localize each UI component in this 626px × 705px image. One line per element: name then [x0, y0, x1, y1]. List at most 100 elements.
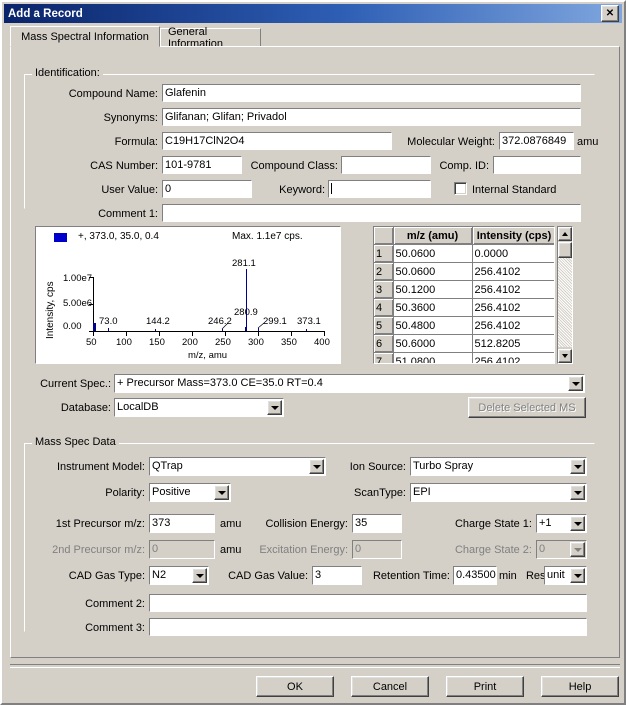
- cell-intensity[interactable]: 256.4102: [472, 298, 554, 317]
- cad-gas-value-input[interactable]: 3: [312, 566, 362, 585]
- molecular-weight-input[interactable]: 372.0876849: [499, 132, 574, 150]
- charge-state2-label: Charge State 2:: [454, 544, 532, 556]
- retention-time-input[interactable]: 0.435003: [453, 566, 497, 585]
- cell-mz[interactable]: 50.1200: [393, 280, 473, 299]
- chevron-down-icon[interactable]: [570, 568, 585, 583]
- precursor2-input[interactable]: 0: [149, 540, 215, 559]
- polarity-combo[interactable]: Positive: [149, 483, 231, 502]
- compound-name-label: Compound Name:: [68, 88, 158, 100]
- collision-energy-input[interactable]: 35: [352, 514, 402, 533]
- formula-input[interactable]: C19H17ClN2O4: [162, 132, 392, 150]
- scan-type-combo[interactable]: EPI: [410, 483, 587, 502]
- table-row[interactable]: 6 50.6000 512.8205: [374, 334, 554, 353]
- chevron-down-icon[interactable]: [570, 459, 585, 474]
- ion-source-combo[interactable]: Turbo Spray: [410, 457, 587, 476]
- tab-strip: Mass Spectral Information General Inform…: [10, 26, 620, 50]
- internal-standard-checkbox[interactable]: [454, 182, 467, 195]
- cad-gas-value-label: CAD Gas Value:: [228, 570, 308, 582]
- cell-intensity[interactable]: 256.4102: [472, 280, 554, 299]
- tab-mass-spectral-information[interactable]: Mass Spectral Information: [10, 26, 160, 47]
- comment1-input[interactable]: [162, 204, 581, 222]
- help-button[interactable]: Help: [541, 676, 619, 697]
- chevron-down-icon[interactable]: [309, 459, 324, 474]
- comment3-input[interactable]: [149, 618, 587, 636]
- mass-spec-data-group: Mass Spec Data Instrument Model: QTrap I…: [24, 437, 595, 636]
- instrument-model-value: QTrap: [152, 460, 183, 472]
- spectrum-table-scrollbar[interactable]: [557, 226, 573, 364]
- cell-intensity[interactable]: 256.4102: [472, 316, 554, 335]
- tab-panel-mass-spectral-information: Identification: Compound Name: Glafenin …: [10, 46, 620, 658]
- cell-intensity[interactable]: 256.4102: [472, 262, 554, 281]
- cell-intensity[interactable]: 512.8205: [472, 334, 554, 353]
- table-row[interactable]: 3 50.1200 256.4102: [374, 280, 554, 299]
- cas-number-input[interactable]: 101-9781: [162, 156, 242, 174]
- chevron-down-icon[interactable]: [192, 568, 207, 583]
- excitation-energy-input[interactable]: 0: [352, 540, 402, 559]
- database-value: LocalDB: [117, 401, 159, 413]
- scrollbar-thumb[interactable]: [558, 242, 572, 258]
- user-value-label: User Value:: [101, 184, 158, 196]
- current-spec-combo[interactable]: + Precursor Mass=373.0 CE=35.0 RT=0.4: [114, 374, 585, 393]
- cell-mz[interactable]: 50.0600: [393, 262, 473, 281]
- row-index: 3: [374, 280, 394, 299]
- cas-number-label: CAS Number:: [90, 160, 158, 172]
- precursor1-unit: amu: [220, 518, 242, 530]
- identification-group: Identification: Compound Name: Glafenin …: [24, 68, 598, 222]
- cell-mz[interactable]: 50.3600: [393, 298, 473, 317]
- charge-state1-combo[interactable]: +1: [536, 514, 587, 533]
- row-index: 5: [374, 316, 394, 335]
- current-spec-value: + Precursor Mass=373.0 CE=35.0 RT=0.4: [117, 377, 323, 389]
- column-header-intensity[interactable]: Intensity (cps): [472, 227, 554, 245]
- cell-mz[interactable]: 51.0800: [393, 352, 473, 363]
- add-record-dialog: Add a Record ✕ Mass Spectral Information…: [0, 0, 626, 705]
- comment2-input[interactable]: [149, 594, 587, 612]
- database-combo[interactable]: LocalDB: [114, 398, 284, 417]
- column-header-index[interactable]: [374, 227, 394, 245]
- column-header-mz[interactable]: m/z (amu): [393, 227, 473, 245]
- cell-mz[interactable]: 50.0600: [393, 244, 473, 263]
- user-value-input[interactable]: 0: [162, 180, 252, 198]
- compound-name-input[interactable]: Glafenin: [162, 84, 581, 102]
- cell-intensity[interactable]: 0.0000: [472, 244, 554, 263]
- scrollbar-track[interactable]: [558, 243, 572, 347]
- resolution-combo[interactable]: unit: [544, 566, 587, 585]
- print-button[interactable]: Print: [446, 676, 524, 697]
- mass-spectrum-chart[interactable]: +, 373.0, 35.0, 0.4 Max. 1.1e7 cps. Inte…: [35, 226, 341, 364]
- cad-gas-type-combo[interactable]: N2: [149, 566, 209, 585]
- precursor1-input[interactable]: 373: [149, 514, 215, 533]
- scroll-up-icon[interactable]: [558, 227, 572, 241]
- compound-class-label: Compound Class:: [250, 160, 338, 172]
- ok-button[interactable]: OK: [256, 676, 334, 697]
- chevron-down-icon[interactable]: [570, 542, 585, 557]
- mass-spec-data-legend: Mass Spec Data: [32, 437, 119, 448]
- charge-state2-combo[interactable]: 0: [536, 540, 587, 559]
- comp-id-input[interactable]: [493, 156, 581, 174]
- table-row[interactable]: 7 51.0800 256.4102: [374, 352, 554, 363]
- charge-state1-label: Charge State 1:: [454, 518, 532, 530]
- synonyms-input[interactable]: Glifanan; Glifan; Privadol: [162, 108, 581, 126]
- close-icon[interactable]: ✕: [601, 5, 619, 22]
- instrument-model-combo[interactable]: QTrap: [149, 457, 326, 476]
- chevron-down-icon[interactable]: [214, 485, 229, 500]
- compound-class-input[interactable]: [341, 156, 431, 174]
- keyword-label: Keyword:: [279, 184, 325, 196]
- cancel-button[interactable]: Cancel: [351, 676, 429, 697]
- comment2-label: Comment 2:: [85, 598, 145, 610]
- chevron-down-icon[interactable]: [267, 400, 282, 415]
- scroll-down-icon[interactable]: [558, 349, 572, 363]
- chevron-down-icon[interactable]: [570, 485, 585, 500]
- precursor1-label: 1st Precursor m/z:: [55, 518, 145, 530]
- table-row[interactable]: 2 50.0600 256.4102: [374, 262, 554, 281]
- cell-intensity[interactable]: 256.4102: [472, 352, 554, 363]
- table-row[interactable]: 1 50.0600 0.0000: [374, 244, 554, 263]
- keyword-input[interactable]: [328, 180, 431, 198]
- chevron-down-icon[interactable]: [570, 516, 585, 531]
- chevron-down-icon[interactable]: [568, 376, 583, 391]
- cell-mz[interactable]: 50.6000: [393, 334, 473, 353]
- spectrum-table[interactable]: m/z (amu) Intensity (cps) 1 50.0600 0.0000…: [373, 226, 555, 364]
- cell-mz[interactable]: 50.4800: [393, 316, 473, 335]
- tab-general-information[interactable]: General Information: [160, 26, 261, 50]
- table-row[interactable]: 5 50.4800 256.4102: [374, 316, 554, 335]
- table-row[interactable]: 4 50.3600 256.4102: [374, 298, 554, 317]
- delete-selected-ms-button[interactable]: Delete Selected MS: [468, 397, 586, 418]
